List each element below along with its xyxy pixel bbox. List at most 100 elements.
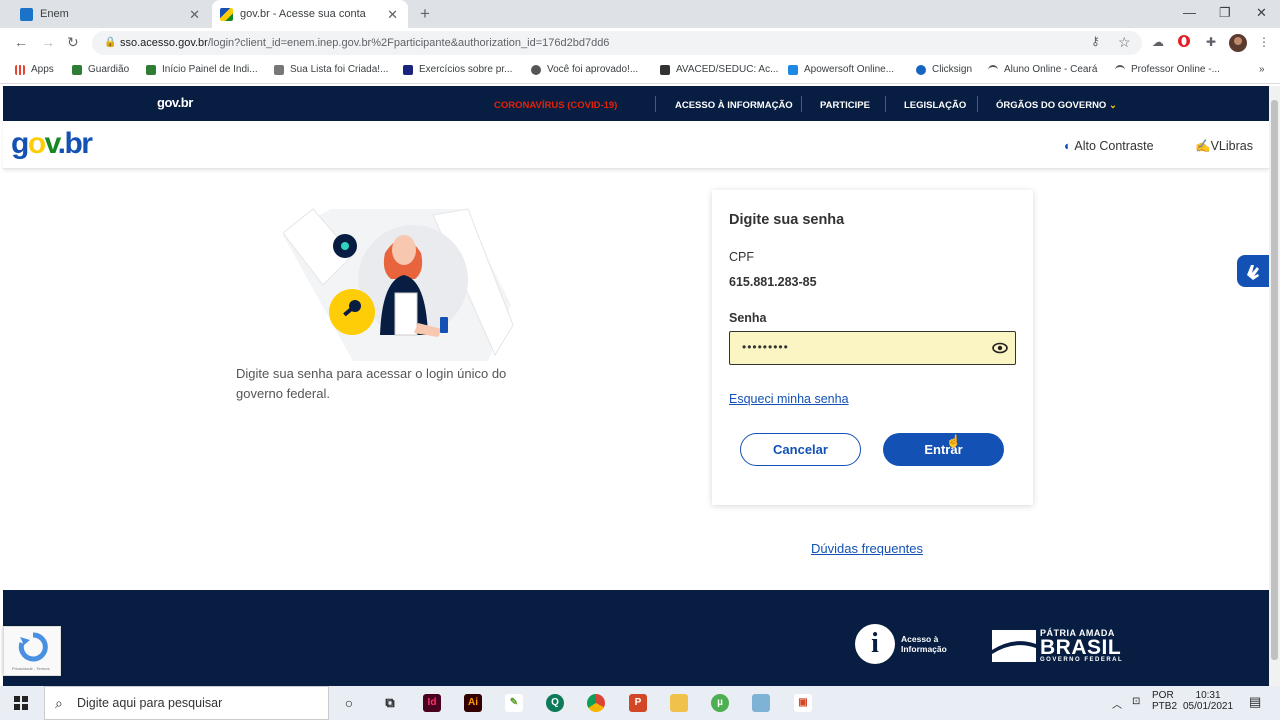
address-bar-row: ← → ↻ 🔒 sso.acesso.gov.br/login?client_i… — [0, 28, 1280, 58]
hands-icon — [1247, 265, 1259, 280]
menu-orgaos-governo[interactable]: ÓRGÃOS DO GOVERNO ⌄ — [996, 100, 1117, 111]
bookmark-label: Apowersoft Online... — [804, 64, 895, 75]
reload-icon[interactable]: ↻ — [67, 34, 79, 51]
cortana-icon[interactable]: ○ — [340, 694, 358, 712]
extensions-puzzle-icon[interactable]: ✚ — [1203, 34, 1219, 50]
maximize-icon[interactable]: ❐ — [1219, 5, 1231, 21]
recaptcha-badge[interactable]: Privacidade - Termos — [3, 626, 61, 676]
opera-extension-icon[interactable] — [1176, 34, 1192, 50]
cpf-label: CPF — [729, 250, 754, 264]
password-input[interactable] — [742, 340, 982, 354]
vlibras-link[interactable]: ✍VLibras — [1195, 139, 1253, 154]
menu-separator — [885, 96, 886, 112]
bookmark-clicksign[interactable]: Clicksign — [916, 64, 972, 75]
network-icon[interactable]: ⊡ — [1132, 696, 1140, 707]
cloud-extension-icon[interactable]: ☁ — [1150, 34, 1166, 50]
bookmark-avaced[interactable]: AVACED/SEDUC: Ac... — [660, 64, 778, 75]
tab-enem[interactable]: Enem ✕ — [0, 0, 210, 28]
tab-title: gov.br - Acesse sua conta — [240, 8, 366, 20]
powerpoint-icon[interactable]: P — [629, 694, 647, 712]
show-password-eye-icon[interactable] — [992, 341, 1008, 355]
bookmark-exercicios[interactable]: Exercícios sobre pr... — [403, 64, 512, 75]
rss-icon — [660, 64, 670, 75]
scrollbar-thumb[interactable] — [1271, 100, 1278, 660]
enter-button[interactable]: Entrar — [883, 433, 1004, 466]
bookmark-label: AVACED/SEDUC: Ac... — [676, 64, 779, 75]
search-placeholder: Digite aqui para pesquisar — [77, 696, 223, 710]
star-icon[interactable]: ☆ — [1118, 34, 1131, 51]
tray-chevron-up-icon[interactable]: ︿ — [1112, 696, 1122, 711]
close-window-icon[interactable]: ✕ — [1256, 5, 1267, 21]
video-app-icon[interactable]: ▣ — [794, 694, 812, 712]
bookmark-aluno[interactable]: Aluno Online - Ceará — [988, 64, 1097, 75]
bookmark-label: Clicksign — [932, 64, 973, 75]
brasil-flag-icon — [992, 629, 1036, 662]
search-app-icon[interactable]: Q — [546, 694, 564, 712]
cancel-button[interactable]: Cancelar — [740, 433, 861, 466]
faq-link[interactable]: Dúvidas frequentes — [811, 541, 923, 556]
pen-app-icon[interactable]: ✎ — [505, 694, 523, 712]
file-explorer-icon[interactable] — [670, 694, 688, 712]
language-indicator[interactable]: POR PTB2 — [1152, 690, 1177, 712]
indesign-icon[interactable]: Id — [423, 694, 441, 712]
windows-start-icon[interactable] — [14, 696, 28, 710]
tab-govbr[interactable]: gov.br - Acesse sua conta ✕ — [212, 0, 408, 28]
alto-contraste-label: Alto Contraste — [1074, 139, 1154, 153]
vlibras-label: VLibras — [1210, 139, 1253, 153]
close-tab-icon[interactable]: ✕ — [189, 7, 200, 23]
menu-legislacao[interactable]: LEGISLAÇÃO — [904, 100, 966, 111]
shield-icon — [72, 64, 82, 75]
back-icon[interactable]: ← — [14, 34, 28, 50]
clock[interactable]: 10:31 05/01/2021 — [1183, 690, 1233, 712]
bookmark-lista[interactable]: Sua Lista foi Criada!... — [274, 64, 388, 75]
profile-avatar[interactable] — [1229, 34, 1247, 52]
url-field[interactable]: 🔒 sso.acesso.gov.br/login?client_id=enem… — [92, 31, 1142, 55]
bookmark-guardiao[interactable]: Guardião — [72, 64, 129, 75]
chrome-icon[interactable] — [587, 694, 605, 712]
task-view-icon[interactable]: ⧉ — [381, 694, 399, 712]
menu-participe[interactable]: PARTICIPE — [820, 100, 870, 111]
bookmark-professor[interactable]: Professor Online -... — [1115, 64, 1220, 75]
bookmark-label: Apps — [31, 64, 54, 75]
bookmark-label: Sua Lista foi Criada!... — [290, 64, 389, 75]
illustrator-icon[interactable]: Ai — [464, 694, 482, 712]
govbr-logo[interactable]: gov.br — [11, 127, 93, 161]
minimize-icon[interactable]: — — [1183, 5, 1196, 20]
bookmark-aprovado[interactable]: Você foi aprovado!... — [531, 64, 638, 75]
bookmark-apowersoft[interactable]: Apowersoft Online... — [788, 64, 894, 75]
info-icon: i — [855, 624, 895, 664]
lang-line: POR — [1152, 690, 1174, 701]
notifications-icon[interactable]: ▤ — [1249, 694, 1261, 710]
browser-menu-icon[interactable]: ⋮ — [1256, 34, 1272, 50]
app-icon[interactable] — [752, 694, 770, 712]
logo-letter: o — [27, 127, 46, 160]
utorrent-icon[interactable]: µ — [711, 694, 729, 712]
chevron-down-icon: ⌄ — [1108, 100, 1117, 111]
key-icon[interactable]: ⚷ — [1091, 34, 1100, 48]
menu-covid[interactable]: CORONAVÍRUS (COVID-19) — [494, 100, 617, 111]
password-field — [729, 331, 1016, 365]
menu-acesso-informacao[interactable]: ACESSO À INFORMAÇÃO — [675, 100, 793, 111]
vlibras-widget-button[interactable] — [1237, 255, 1269, 287]
bookmark-apps[interactable]: Apps — [15, 64, 54, 75]
menu-separator — [977, 96, 978, 112]
forgot-password-link[interactable]: Esqueci minha senha — [729, 392, 849, 406]
patria-amada-brasil-logo[interactable]: PÁTRIA AMADA BRASIL GOVERNO FEDERAL — [992, 628, 1123, 663]
site-icon — [531, 64, 541, 75]
new-tab-icon[interactable]: + — [420, 4, 430, 24]
bookmark-painel[interactable]: Início Painel de Indi... — [146, 64, 258, 75]
close-tab-icon[interactable]: ✕ — [387, 7, 398, 23]
bookmarks-overflow-icon[interactable]: » — [1259, 64, 1265, 75]
govbar-logo[interactable]: gov.br — [157, 95, 193, 110]
windows-taskbar: ⌕ Digite aqui para pesquisar ○ ⧉ Id Ai ✎… — [0, 686, 1280, 720]
vlibras-icon: ✍ — [1195, 139, 1211, 153]
taskbar-search-input[interactable]: ⌕ Digite aqui para pesquisar — [44, 686, 329, 720]
acesso-line: Acesso à — [901, 634, 939, 644]
edge-icon — [20, 7, 33, 21]
url-path: /login?client_id=enem.inep.gov.br%2Fpart… — [207, 37, 610, 49]
senha-label: Senha — [729, 311, 767, 325]
alto-contraste-link[interactable]: ◐ Alto Contraste — [1064, 139, 1154, 153]
acesso-informacao-logo[interactable]: i Acesso à Informação — [855, 624, 947, 664]
bookmark-label: Professor Online -... — [1131, 64, 1220, 75]
forward-icon[interactable]: → — [41, 34, 55, 50]
